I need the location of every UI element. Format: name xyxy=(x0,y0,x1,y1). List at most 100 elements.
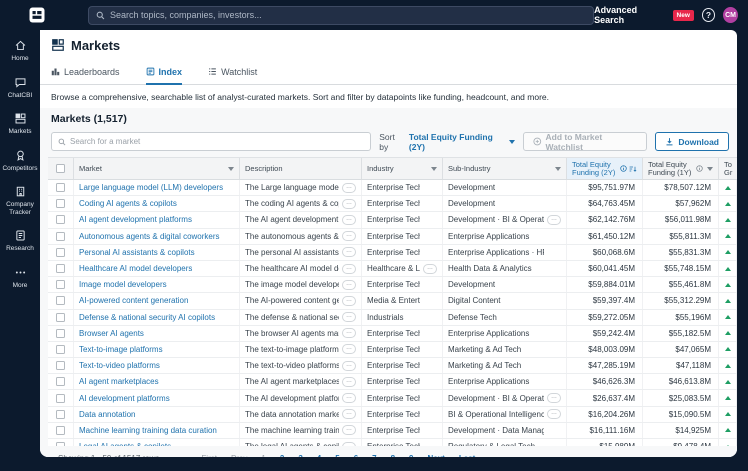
more-ellipsis-button[interactable]: … xyxy=(342,296,356,306)
sidebar-item-research[interactable]: Research xyxy=(0,229,40,253)
sort-caret-icon[interactable] xyxy=(228,167,234,171)
row-checkbox[interactable] xyxy=(56,280,65,289)
sort-by-value[interactable]: Total Equity Funding (2Y) xyxy=(409,132,515,152)
more-ellipsis-button[interactable]: … xyxy=(342,183,356,193)
row-checkbox[interactable] xyxy=(56,232,65,241)
info-icon[interactable] xyxy=(696,165,703,172)
sidebar-item-more[interactable]: More xyxy=(0,266,40,290)
tab-watchlist[interactable]: Watchlist xyxy=(208,60,257,85)
add-to-watchlist-button[interactable]: Add to Market Watchlist xyxy=(523,132,647,151)
select-all-checkbox[interactable] xyxy=(56,164,65,173)
more-ellipsis-button[interactable]: … xyxy=(342,377,356,387)
tab-leaderboards[interactable]: Leaderboards xyxy=(51,60,120,85)
row-checkbox[interactable] xyxy=(56,248,65,257)
market-link[interactable]: Legal AI agents & copilots xyxy=(79,442,171,446)
sort-descending-icon[interactable] xyxy=(629,165,637,173)
sort-caret-icon[interactable] xyxy=(555,167,561,171)
sidebar-item-markets[interactable]: Markets xyxy=(0,112,40,136)
column-header-market[interactable]: Market xyxy=(74,158,240,179)
market-link[interactable]: Machine learning training data curation xyxy=(79,426,217,435)
market-search-input[interactable] xyxy=(70,137,364,146)
row-checkbox[interactable] xyxy=(56,313,65,322)
pagination-page-6[interactable]: 6 xyxy=(354,454,358,458)
avatar[interactable]: CM xyxy=(723,7,738,23)
column-header-total-equity-funding-2y[interactable]: Total EquityFunding (2Y) xyxy=(567,158,643,179)
pagination-page-8[interactable]: 8 xyxy=(391,454,395,458)
market-link[interactable]: Personal AI assistants & copilots xyxy=(79,248,195,257)
pagination-prev[interactable]: Prev xyxy=(231,454,247,458)
more-ellipsis-button[interactable]: … xyxy=(342,280,356,290)
market-link[interactable]: Text-to-image platforms xyxy=(79,345,163,354)
row-checkbox[interactable] xyxy=(56,394,65,403)
more-ellipsis-button[interactable]: … xyxy=(342,409,356,419)
pagination-page-9[interactable]: 9 xyxy=(409,454,413,458)
row-checkbox[interactable] xyxy=(56,199,65,208)
more-ellipsis-button[interactable]: … xyxy=(342,247,356,257)
pagination-first[interactable]: First xyxy=(201,454,217,458)
row-checkbox[interactable] xyxy=(56,410,65,419)
pagination-page-7[interactable]: 7 xyxy=(372,454,376,458)
sidebar-item-company-tracker[interactable]: Company Tracker xyxy=(0,185,40,216)
row-checkbox[interactable] xyxy=(56,345,65,354)
market-link[interactable]: AI agent development platforms xyxy=(79,215,192,224)
pagination-page-3[interactable]: 3 xyxy=(298,454,302,458)
sort-caret-icon[interactable] xyxy=(707,167,713,171)
global-search-input[interactable] xyxy=(110,10,586,20)
row-checkbox[interactable] xyxy=(56,296,65,305)
pagination-page-5[interactable]: 5 xyxy=(335,454,339,458)
market-link[interactable]: Large language model (LLM) developers xyxy=(79,183,223,192)
row-checkbox[interactable] xyxy=(56,329,65,338)
more-ellipsis-button[interactable]: … xyxy=(342,344,356,354)
row-checkbox[interactable] xyxy=(56,426,65,435)
row-checkbox[interactable] xyxy=(56,215,65,224)
pagination-page-4[interactable]: 4 xyxy=(317,454,321,458)
row-checkbox[interactable] xyxy=(56,183,65,192)
market-link[interactable]: Defense & national security AI copilots xyxy=(79,313,215,322)
more-ellipsis-button[interactable]: … xyxy=(342,231,356,241)
global-search[interactable] xyxy=(88,6,594,25)
market-link[interactable]: Image model developers xyxy=(79,280,167,289)
pagination-last[interactable]: Last xyxy=(459,454,475,458)
market-search[interactable] xyxy=(51,132,371,151)
market-link[interactable]: Coding AI agents & copilots xyxy=(79,199,177,208)
tab-index[interactable]: Index xyxy=(146,60,183,85)
more-ellipsis-button[interactable]: … xyxy=(342,312,356,322)
market-link[interactable]: Text-to-video platforms xyxy=(79,361,160,370)
info-icon[interactable] xyxy=(620,165,627,172)
market-link[interactable]: Healthcare AI model developers xyxy=(79,264,192,273)
more-ellipsis-button[interactable]: … xyxy=(342,215,356,225)
pagination-page-1[interactable]: 1 xyxy=(261,454,265,458)
download-button[interactable]: Download xyxy=(655,132,729,151)
market-link[interactable]: Browser AI agents xyxy=(79,329,144,338)
pagination-next[interactable]: Next xyxy=(428,454,445,458)
help-icon[interactable]: ? xyxy=(702,8,715,22)
column-header-total-equity-funding-1y[interactable]: Total EquityFunding (1Y) xyxy=(643,158,719,179)
more-ellipsis-button[interactable]: … xyxy=(342,425,356,435)
sort-caret-icon[interactable] xyxy=(431,167,437,171)
row-checkbox[interactable] xyxy=(56,361,65,370)
sidebar-item-home[interactable]: Home xyxy=(0,39,40,63)
row-checkbox[interactable] xyxy=(56,442,65,446)
more-ellipsis-button[interactable]: … xyxy=(342,328,356,338)
more-ellipsis-button[interactable]: … xyxy=(423,264,437,274)
more-ellipsis-button[interactable]: … xyxy=(547,393,561,403)
more-ellipsis-button[interactable]: … xyxy=(342,199,356,209)
advanced-search-link[interactable]: Advanced Search xyxy=(594,5,664,25)
more-ellipsis-button[interactable]: … xyxy=(547,409,561,419)
more-ellipsis-button[interactable]: … xyxy=(342,361,356,371)
more-ellipsis-button[interactable]: … xyxy=(342,393,356,403)
market-link[interactable]: Autonomous agents & digital coworkers xyxy=(79,232,220,241)
pagination-page-2[interactable]: 2 xyxy=(280,454,284,458)
column-header-sub-industry[interactable]: Sub-Industry xyxy=(443,158,567,179)
more-ellipsis-button[interactable]: … xyxy=(342,442,356,446)
row-checkbox[interactable] xyxy=(56,264,65,273)
market-link[interactable]: AI agent marketplaces xyxy=(79,377,159,386)
column-header-industry[interactable]: Industry xyxy=(362,158,443,179)
market-link[interactable]: AI development platforms xyxy=(79,394,170,403)
market-link[interactable]: AI-powered content generation xyxy=(79,296,188,305)
row-checkbox[interactable] xyxy=(56,377,65,386)
sidebar-item-competitors[interactable]: Competitors xyxy=(0,149,40,173)
more-ellipsis-button[interactable]: … xyxy=(342,264,356,274)
sidebar-item-chatcbi[interactable]: ChatCBI xyxy=(0,76,40,100)
more-ellipsis-button[interactable]: … xyxy=(547,215,561,225)
